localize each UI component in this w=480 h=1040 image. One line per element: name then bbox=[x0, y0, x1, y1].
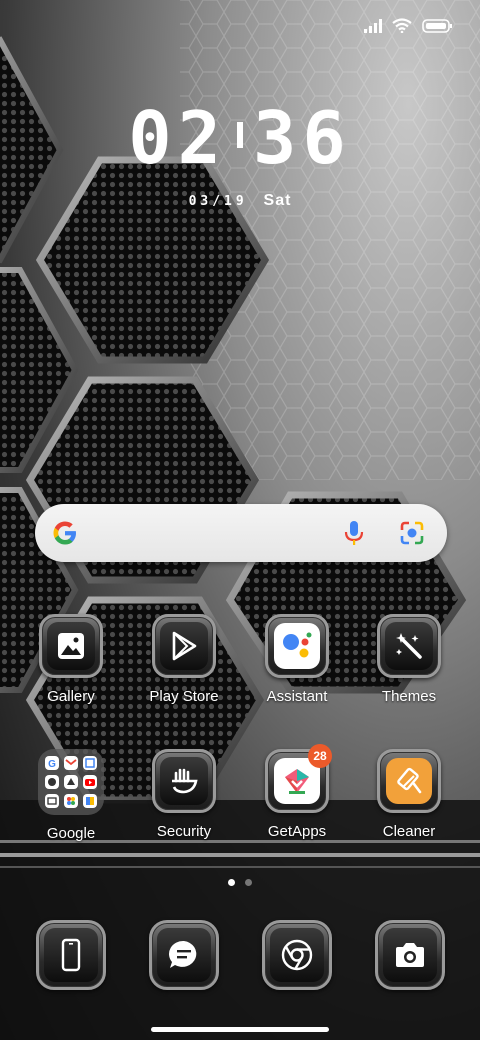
app-themes[interactable]: Themes bbox=[359, 614, 459, 705]
gallery-label: Gallery bbox=[47, 688, 95, 705]
page-indicator bbox=[0, 879, 480, 886]
cleaner-label: Cleaner bbox=[382, 823, 436, 840]
youtube-mini-icon bbox=[83, 775, 97, 789]
date-text: 03/19 bbox=[188, 194, 248, 209]
drive-mini-icon bbox=[64, 775, 78, 789]
getapps-tile[interactable]: 28 bbox=[265, 744, 332, 813]
app-play-store[interactable]: Play Store bbox=[134, 614, 234, 705]
google-logo-icon bbox=[51, 519, 79, 552]
wifi-icon bbox=[392, 18, 412, 38]
clock-minutes: 36 bbox=[253, 96, 352, 180]
dock-camera[interactable] bbox=[375, 920, 445, 990]
gmail-mini-icon bbox=[64, 756, 78, 770]
assistant-tile[interactable] bbox=[265, 614, 329, 678]
gallery-tile[interactable] bbox=[39, 614, 103, 678]
app-security[interactable]: Security bbox=[134, 749, 234, 840]
security-tile[interactable] bbox=[152, 749, 216, 813]
themes-label: Themes bbox=[381, 688, 437, 705]
date-day: Sat bbox=[263, 192, 292, 209]
security-label: Security bbox=[156, 823, 212, 840]
clock-separator bbox=[237, 122, 243, 149]
signal-icon bbox=[364, 18, 382, 38]
home-gesture-bar[interactable] bbox=[151, 1027, 329, 1032]
getapps-notification-badge: 28 bbox=[308, 744, 332, 768]
lens-camera-icon[interactable] bbox=[399, 520, 425, 551]
app-gallery[interactable]: Gallery bbox=[21, 614, 121, 705]
youtube-music-mini-icon bbox=[45, 775, 59, 789]
play-store-tile[interactable] bbox=[152, 614, 216, 678]
mic-icon[interactable] bbox=[343, 520, 365, 551]
getapps-label: GetApps bbox=[267, 823, 327, 840]
camera-tile[interactable] bbox=[375, 920, 445, 990]
dock-chrome[interactable] bbox=[262, 920, 332, 990]
app-assistant[interactable]: Assistant bbox=[247, 614, 347, 705]
messages-tile[interactable] bbox=[149, 920, 219, 990]
play-store-label: Play Store bbox=[149, 688, 219, 705]
clock[interactable]: 02 36 bbox=[0, 98, 480, 178]
page-dot-active[interactable] bbox=[228, 879, 235, 886]
phone-tile[interactable] bbox=[36, 920, 106, 990]
clock-hours: 02 bbox=[128, 96, 227, 180]
photos-mini-icon bbox=[64, 794, 78, 808]
google-folder-icon[interactable]: G bbox=[38, 749, 104, 815]
google-folder-label: Google bbox=[46, 825, 96, 842]
dock-messages[interactable] bbox=[149, 920, 219, 990]
meet-mini-icon bbox=[45, 794, 59, 808]
date-widget[interactable]: 03/19 Sat bbox=[0, 192, 480, 210]
chrome-tile[interactable] bbox=[262, 920, 332, 990]
app-getapps[interactable]: 28 GetApps bbox=[247, 744, 347, 840]
calendar-mini-icon bbox=[83, 756, 97, 770]
cleaner-tile[interactable] bbox=[377, 749, 441, 813]
dock-phone[interactable] bbox=[36, 920, 106, 990]
app-cleaner[interactable]: Cleaner bbox=[359, 749, 459, 840]
assistant-label: Assistant bbox=[266, 688, 328, 705]
app-google-folder[interactable]: G Google bbox=[21, 749, 121, 842]
battery-icon bbox=[422, 18, 452, 38]
google-search-bar[interactable] bbox=[35, 504, 447, 562]
themes-tile[interactable] bbox=[377, 614, 441, 678]
status-bar bbox=[364, 18, 452, 38]
duo-mini-icon bbox=[83, 794, 97, 808]
page-dot[interactable] bbox=[245, 879, 252, 886]
google-mini-icon: G bbox=[45, 756, 59, 770]
svg-text:G: G bbox=[48, 759, 56, 770]
